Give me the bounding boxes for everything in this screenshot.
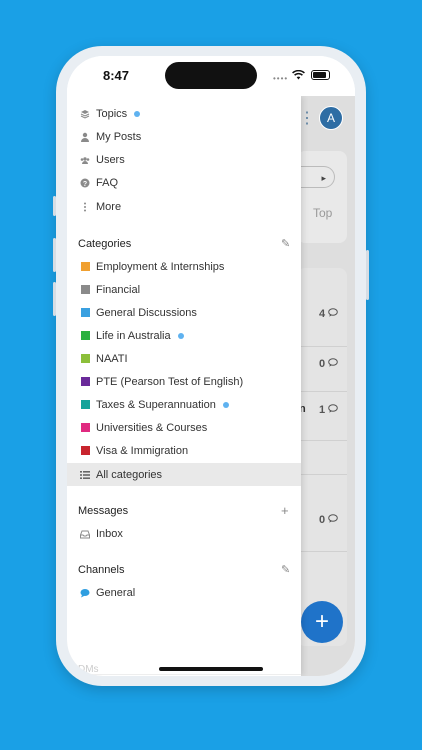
edit-channels-pencil-icon[interactable]: ✎ <box>281 563 290 576</box>
category-color-swatch <box>80 377 90 386</box>
category-label: Taxes & Superannuation <box>96 398 216 411</box>
status-bar: 8:47 •••• <box>67 56 355 96</box>
clock: 8:47 <box>103 68 130 83</box>
messages-heading: Messages <box>78 505 129 517</box>
category-label: Visa & Immigration <box>96 444 189 457</box>
sidebar-item-all-categories[interactable]: All categories <box>67 463 301 486</box>
question-icon: ? <box>80 178 90 188</box>
category-color-swatch <box>80 423 90 432</box>
layers-icon <box>80 109 90 119</box>
category-item[interactable]: General Discussions <box>67 301 301 324</box>
cellular-signal-icon: •••• <box>273 74 289 83</box>
category-item[interactable]: Employment & Internships <box>67 255 301 278</box>
new-topic-fab[interactable]: + <box>301 601 343 643</box>
battery-icon <box>311 70 330 80</box>
unread-dot <box>222 401 229 408</box>
sidebar-item-label: FAQ <box>96 176 119 189</box>
category-color-swatch <box>80 446 90 455</box>
list-icon <box>80 470 90 480</box>
categories-heading: Categories <box>78 238 132 250</box>
menu-dots-icon[interactable]: ⋮ <box>299 108 315 128</box>
sidebar-item-faq[interactable]: ? FAQ <box>67 171 301 194</box>
reply-count: 1 <box>319 404 338 416</box>
sidebar-item-my-posts[interactable]: My Posts <box>67 125 301 148</box>
category-label: Financial <box>96 283 141 296</box>
unread-dot <box>134 110 141 117</box>
avatar[interactable]: A <box>319 106 343 130</box>
category-item[interactable]: Visa & Immigration <box>67 439 301 462</box>
category-item[interactable]: Universities & Courses <box>67 416 301 439</box>
sidebar-item-label: My Posts <box>96 130 142 143</box>
inbox-icon <box>80 529 90 539</box>
reply-count: 4 <box>319 308 338 320</box>
sidebar-item-label: Users <box>96 153 125 166</box>
edit-categories-pencil-icon[interactable]: ✎ <box>281 237 290 250</box>
power-button <box>366 250 369 300</box>
sidebar-item-label: Topics <box>96 107 128 120</box>
wifi-icon <box>292 69 305 83</box>
sidebar-drawer: Topics My Posts Users ? FAQ More Categor… <box>67 96 301 676</box>
sidebar-item-label: All categories <box>96 468 163 481</box>
reply-count: 0 <box>319 514 338 526</box>
volume-down-button <box>53 282 56 316</box>
category-color-swatch <box>80 400 90 409</box>
category-item[interactable]: NAATI <box>67 347 301 370</box>
users-icon <box>80 155 90 165</box>
category-color-swatch <box>80 354 90 363</box>
filter-pill[interactable]: ▸ <box>297 166 335 188</box>
dynamic-island <box>165 62 257 89</box>
category-color-swatch <box>80 285 90 294</box>
screen: 8:47 •••• ⋮ A ▸ Top 4 0 n 1 0 + Topics M… <box>67 56 355 676</box>
category-item[interactable]: Taxes & Superannuation <box>67 393 301 416</box>
home-indicator <box>159 667 263 671</box>
category-item[interactable]: Financial <box>67 278 301 301</box>
drawer-footer-divider <box>67 674 301 675</box>
category-color-swatch <box>80 308 90 317</box>
new-message-plus-icon[interactable]: + <box>281 503 289 518</box>
unread-dot <box>177 332 184 339</box>
sidebar-item-more[interactable]: More <box>67 195 301 218</box>
side-button <box>53 196 56 216</box>
sidebar-item-label: More <box>96 200 122 213</box>
user-icon <box>80 132 90 142</box>
filter-card <box>297 151 347 243</box>
sidebar-item-label: Inbox <box>96 527 123 540</box>
category-label: PTE (Pearson Test of English) <box>96 375 244 388</box>
category-color-swatch <box>80 262 90 271</box>
category-label: General Discussions <box>96 306 197 319</box>
top-tab-label[interactable]: Top <box>313 206 332 220</box>
svg-text:?: ? <box>83 181 87 188</box>
sidebar-item-label: General <box>96 586 136 599</box>
chat-bubble-icon <box>80 588 90 598</box>
sidebar-item-users[interactable]: Users <box>67 148 301 171</box>
category-color-swatch <box>80 331 90 340</box>
topics-card <box>297 268 347 646</box>
category-label: NAATI <box>96 352 128 365</box>
sidebar-item-topics[interactable]: Topics <box>67 102 301 125</box>
category-label: Life in Australia <box>96 329 171 342</box>
channels-heading: Channels <box>78 564 125 576</box>
category-item[interactable]: PTE (Pearson Test of English) <box>67 370 301 393</box>
sidebar-item-inbox[interactable]: Inbox <box>67 522 301 545</box>
category-label: Universities & Courses <box>96 421 208 434</box>
volume-up-button <box>53 238 56 272</box>
reply-count: 0 <box>319 358 338 370</box>
sidebar-item-general-channel[interactable]: General <box>67 581 301 604</box>
category-item[interactable]: Life in Australia <box>67 324 301 347</box>
category-label: Employment & Internships <box>96 260 225 273</box>
more-vertical-icon <box>80 202 90 212</box>
